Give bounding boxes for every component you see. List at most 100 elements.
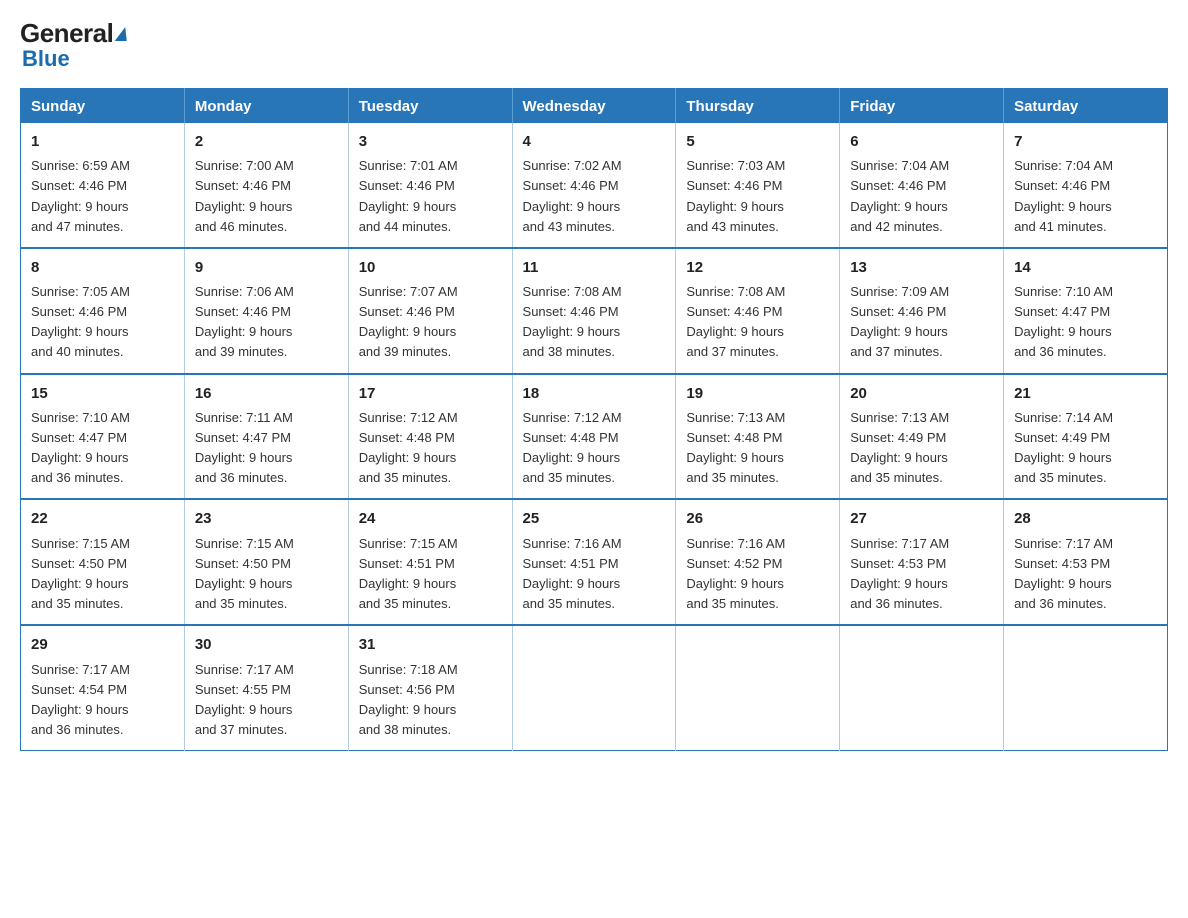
day-number: 11 [523,256,666,279]
day-number: 6 [850,130,993,153]
day-number: 9 [195,256,338,279]
calendar-table: SundayMondayTuesdayWednesdayThursdayFrid… [20,88,1168,751]
calendar-cell: 27 Sunrise: 7:17 AMSunset: 4:53 PMDayligh… [840,499,1004,625]
day-info: Sunrise: 7:01 AMSunset: 4:46 PMDaylight:… [359,156,502,237]
day-number: 15 [31,382,174,405]
calendar-cell: 18 Sunrise: 7:12 AMSunset: 4:48 PMDayligh… [512,374,676,500]
weekday-header-friday: Friday [840,89,1004,124]
calendar-cell: 15Sunrise: 7:10 AMSunset: 4:47 PMDayligh… [21,374,185,500]
day-number: 12 [686,256,829,279]
day-info: Sunrise: 7:13 AMSunset: 4:49 PMDaylight:… [850,408,993,489]
calendar-week-row: 8 Sunrise: 7:05 AMSunset: 4:46 PMDaylight… [21,248,1168,374]
day-number: 16 [195,382,338,405]
day-info: Sunrise: 7:12 AMSunset: 4:48 PMDaylight:… [359,408,502,489]
calendar-cell: 13Sunrise: 7:09 AMSunset: 4:46 PMDayligh… [840,248,1004,374]
day-number: 2 [195,130,338,153]
calendar-cell: 26Sunrise: 7:16 AMSunset: 4:52 PMDayligh… [676,499,840,625]
day-info: Sunrise: 7:04 AMSunset: 4:46 PMDaylight:… [1014,156,1157,237]
day-number: 17 [359,382,502,405]
weekday-header-tuesday: Tuesday [348,89,512,124]
calendar-cell: 25Sunrise: 7:16 AMSunset: 4:51 PMDayligh… [512,499,676,625]
day-number: 10 [359,256,502,279]
calendar-cell: 31 Sunrise: 7:18 AMSunset: 4:56 PMDayligh… [348,625,512,750]
day-info: Sunrise: 7:17 AMSunset: 4:54 PMDaylight:… [31,660,174,741]
calendar-cell [676,625,840,750]
day-info: Sunrise: 7:08 AMSunset: 4:46 PMDaylight:… [686,282,829,363]
calendar-week-row: 22 Sunrise: 7:15 AMSunset: 4:50 PMDayligh… [21,499,1168,625]
calendar-cell [1004,625,1168,750]
calendar-header-row: SundayMondayTuesdayWednesdayThursdayFrid… [21,89,1168,124]
day-info: Sunrise: 7:14 AMSunset: 4:49 PMDaylight:… [1014,408,1157,489]
weekday-header-wednesday: Wednesday [512,89,676,124]
calendar-week-row: 29 Sunrise: 7:17 AMSunset: 4:54 PMDayligh… [21,625,1168,750]
day-number: 27 [850,507,993,530]
day-info: Sunrise: 7:02 AMSunset: 4:46 PMDaylight:… [523,156,666,237]
day-number: 29 [31,633,174,656]
day-number: 7 [1014,130,1157,153]
calendar-cell: 20 Sunrise: 7:13 AMSunset: 4:49 PMDayligh… [840,374,1004,500]
day-info: Sunrise: 7:18 AMSunset: 4:56 PMDaylight:… [359,660,502,741]
day-number: 26 [686,507,829,530]
day-info: Sunrise: 7:17 AMSunset: 4:53 PMDaylight:… [1014,534,1157,615]
day-number: 24 [359,507,502,530]
day-info: Sunrise: 7:08 AMSunset: 4:46 PMDaylight:… [523,282,666,363]
calendar-cell: 21 Sunrise: 7:14 AMSunset: 4:49 PMDayligh… [1004,374,1168,500]
day-number: 18 [523,382,666,405]
calendar-week-row: 15Sunrise: 7:10 AMSunset: 4:47 PMDayligh… [21,374,1168,500]
day-number: 8 [31,256,174,279]
day-number: 3 [359,130,502,153]
calendar-cell: 4Sunrise: 7:02 AMSunset: 4:46 PMDaylight… [512,123,676,248]
day-info: Sunrise: 7:17 AMSunset: 4:55 PMDaylight:… [195,660,338,741]
calendar-cell [840,625,1004,750]
day-info: Sunrise: 7:06 AMSunset: 4:46 PMDaylight:… [195,282,338,363]
day-number: 25 [523,507,666,530]
calendar-cell: 24 Sunrise: 7:15 AMSunset: 4:51 PMDayligh… [348,499,512,625]
day-info: Sunrise: 7:11 AMSunset: 4:47 PMDaylight:… [195,408,338,489]
day-info: Sunrise: 7:10 AMSunset: 4:47 PMDaylight:… [1014,282,1157,363]
day-info: Sunrise: 7:12 AMSunset: 4:48 PMDaylight:… [523,408,666,489]
calendar-cell: 2 Sunrise: 7:00 AMSunset: 4:46 PMDaylight… [184,123,348,248]
day-info: Sunrise: 7:05 AMSunset: 4:46 PMDaylight:… [31,282,174,363]
day-info: Sunrise: 7:04 AMSunset: 4:46 PMDaylight:… [850,156,993,237]
calendar-week-row: 1Sunrise: 6:59 AMSunset: 4:46 PMDaylight… [21,123,1168,248]
day-number: 22 [31,507,174,530]
calendar-cell: 16 Sunrise: 7:11 AMSunset: 4:47 PMDayligh… [184,374,348,500]
page-header: General Blue [20,20,1168,70]
day-number: 20 [850,382,993,405]
day-number: 21 [1014,382,1157,405]
weekday-header-thursday: Thursday [676,89,840,124]
day-info: Sunrise: 7:00 AMSunset: 4:46 PMDaylight:… [195,156,338,237]
day-number: 14 [1014,256,1157,279]
logo: General Blue [20,20,128,70]
calendar-cell: 14 Sunrise: 7:10 AMSunset: 4:47 PMDayligh… [1004,248,1168,374]
weekday-header-sunday: Sunday [21,89,185,124]
day-info: Sunrise: 7:07 AMSunset: 4:46 PMDaylight:… [359,282,502,363]
calendar-cell: 10 Sunrise: 7:07 AMSunset: 4:46 PMDayligh… [348,248,512,374]
day-info: Sunrise: 7:15 AMSunset: 4:51 PMDaylight:… [359,534,502,615]
calendar-cell: 11 Sunrise: 7:08 AMSunset: 4:46 PMDayligh… [512,248,676,374]
calendar-cell: 17 Sunrise: 7:12 AMSunset: 4:48 PMDayligh… [348,374,512,500]
day-info: Sunrise: 7:09 AMSunset: 4:46 PMDaylight:… [850,282,993,363]
day-info: Sunrise: 7:17 AMSunset: 4:53 PMDaylight:… [850,534,993,615]
calendar-cell: 1Sunrise: 6:59 AMSunset: 4:46 PMDaylight… [21,123,185,248]
logo-blue: Blue [22,48,128,70]
calendar-cell: 7 Sunrise: 7:04 AMSunset: 4:46 PMDaylight… [1004,123,1168,248]
calendar-cell: 23Sunrise: 7:15 AMSunset: 4:50 PMDayligh… [184,499,348,625]
calendar-cell: 28Sunrise: 7:17 AMSunset: 4:53 PMDayligh… [1004,499,1168,625]
day-info: Sunrise: 7:15 AMSunset: 4:50 PMDaylight:… [31,534,174,615]
day-number: 30 [195,633,338,656]
day-number: 23 [195,507,338,530]
weekday-header-monday: Monday [184,89,348,124]
day-info: Sunrise: 7:03 AMSunset: 4:46 PMDaylight:… [686,156,829,237]
day-info: Sunrise: 6:59 AMSunset: 4:46 PMDaylight:… [31,156,174,237]
calendar-cell: 5Sunrise: 7:03 AMSunset: 4:46 PMDaylight… [676,123,840,248]
calendar-cell: 6 Sunrise: 7:04 AMSunset: 4:46 PMDaylight… [840,123,1004,248]
calendar-cell: 9 Sunrise: 7:06 AMSunset: 4:46 PMDaylight… [184,248,348,374]
day-number: 31 [359,633,502,656]
calendar-cell: 29 Sunrise: 7:17 AMSunset: 4:54 PMDayligh… [21,625,185,750]
weekday-header-saturday: Saturday [1004,89,1168,124]
calendar-cell: 12 Sunrise: 7:08 AMSunset: 4:46 PMDayligh… [676,248,840,374]
calendar-cell: 8 Sunrise: 7:05 AMSunset: 4:46 PMDaylight… [21,248,185,374]
day-number: 19 [686,382,829,405]
calendar-cell: 3 Sunrise: 7:01 AMSunset: 4:46 PMDaylight… [348,123,512,248]
